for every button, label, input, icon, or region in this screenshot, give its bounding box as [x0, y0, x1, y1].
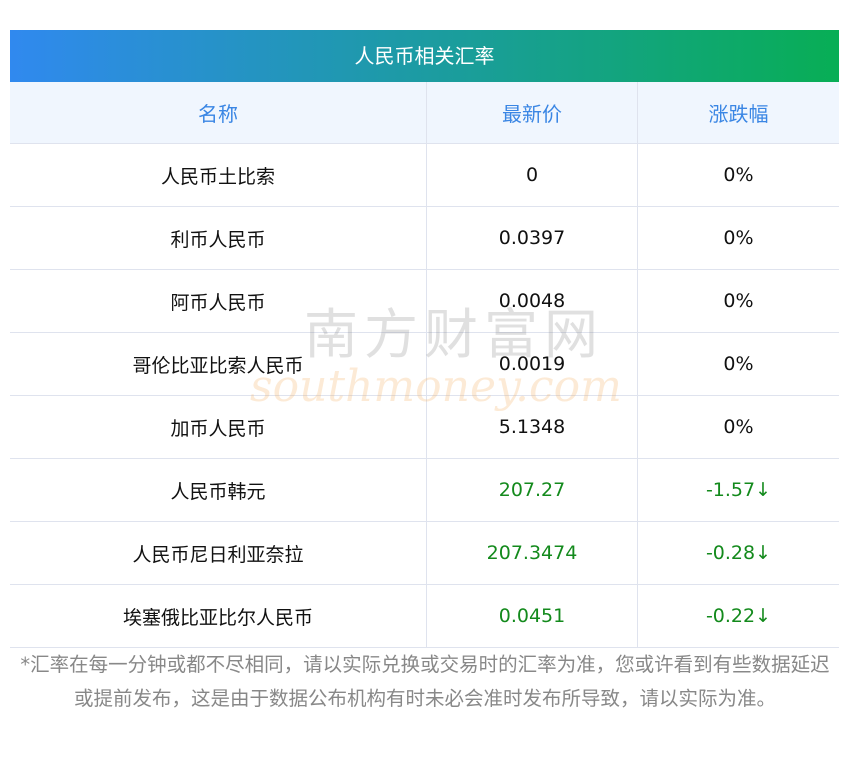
table-row[interactable]: 阿币人民币 0.0048 0% [10, 269, 839, 333]
latest-price: 207.3474 [426, 521, 638, 585]
change-percent: -0.28↓ [637, 521, 839, 585]
disclaimer-note: *汇率在每一分钟或都不尽相同，请以实际兑换或交易时的汇率为准，您或许看到有些数据… [20, 653, 830, 710]
currency-name: 利币人民币 [10, 206, 427, 270]
column-header-change: 涨跌幅 [637, 82, 839, 144]
table-row[interactable]: 人民币土比索 0 0% [10, 143, 839, 207]
currency-name: 加币人民币 [10, 395, 427, 459]
currency-name: 人民币韩元 [10, 458, 427, 522]
change-percent: 0% [637, 143, 839, 207]
currency-name: 埃塞俄比亚比尔人民币 [10, 584, 427, 648]
change-percent: -0.22↓ [637, 584, 839, 648]
table-row[interactable]: 人民币韩元 207.27 -1.57↓ [10, 458, 839, 522]
latest-price: 0.0397 [426, 206, 638, 270]
table-row[interactable]: 哥伦比亚比索人民币 0.0019 0% [10, 332, 839, 396]
table-row[interactable]: 人民币尼日利亚奈拉 207.3474 -0.28↓ [10, 521, 839, 585]
currency-name: 哥伦比亚比索人民币 [10, 332, 427, 396]
column-header-name: 名称 [10, 82, 427, 144]
table-row[interactable]: 埃塞俄比亚比尔人民币 0.0451 -0.22↓ [10, 584, 839, 648]
latest-price: 5.1348 [426, 395, 638, 459]
latest-price: 0 [426, 143, 638, 207]
currency-name: 人民币土比索 [10, 143, 427, 207]
change-percent: 0% [637, 332, 839, 396]
currency-name: 阿币人民币 [10, 269, 427, 333]
exchange-rate-table: 名称 最新价 涨跌幅 人民币土比索 0 0% 利币人民币 0.0397 0% 阿币人民币 0.… [10, 82, 839, 648]
latest-price: 207.27 [426, 458, 638, 522]
table-title: 人民币相关汇率 [10, 30, 839, 82]
exchange-rate-table-card: 人民币相关汇率 名称 最新价 涨跌幅 人民币土比索 0 0% 利币人民币 0.0397 0… [10, 30, 839, 648]
change-percent: 0% [637, 269, 839, 333]
currency-name: 人民币尼日利亚奈拉 [10, 521, 427, 585]
latest-price: 0.0451 [426, 584, 638, 648]
change-percent: 0% [637, 395, 839, 459]
latest-price: 0.0048 [426, 269, 638, 333]
latest-price: 0.0019 [426, 332, 638, 396]
change-percent: -1.57↓ [637, 458, 839, 522]
column-header-price: 最新价 [426, 82, 638, 144]
table-row[interactable]: 利币人民币 0.0397 0% [10, 206, 839, 270]
change-percent: 0% [637, 206, 839, 270]
table-row[interactable]: 加币人民币 5.1348 0% [10, 395, 839, 459]
